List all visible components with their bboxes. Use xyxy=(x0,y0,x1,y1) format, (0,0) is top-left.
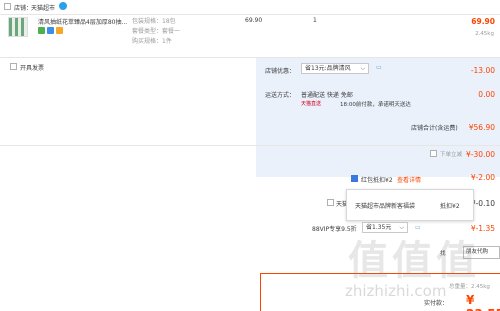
shop-name-link[interactable]: 天猫超市 xyxy=(31,3,55,12)
delivery-eta: 18:00前付款，承诺明天送达 xyxy=(340,102,411,108)
shop-promo-select[interactable]: 省13元:品牌清风 ⌵ xyxy=(301,63,369,74)
popup-packet-name: 天猫超市品牌新客福袋 xyxy=(355,203,416,210)
shop-row: 店铺： 天猫超市 xyxy=(0,0,500,13)
product-specs: 包装规格：18包 套餐类型：套餐一 购买规格：1件 xyxy=(132,17,180,47)
badge-7day-icon xyxy=(38,27,45,34)
order-discount-amount: ¥-30.00 xyxy=(466,150,495,159)
discount-divider xyxy=(0,145,500,165)
invoice-label: 开具发票 xyxy=(20,65,45,72)
shop-label: 店铺： xyxy=(14,5,33,12)
shop-promo-value: 省13元:品牌清风 xyxy=(305,65,351,72)
shipping-label: 运送方式： xyxy=(265,92,296,99)
shop-promo-label: 店铺优惠： xyxy=(265,68,296,75)
unit-price: 69.90 xyxy=(245,17,263,24)
invoice-checkbox[interactable] xyxy=(10,63,17,70)
chevron-down-icon: ⌵ xyxy=(360,65,365,72)
product-title-link[interactable]: 清风抽纸花萃臻品4层加厚80抽... xyxy=(38,17,128,26)
shop-total-label: 店铺合计(含运费) xyxy=(411,125,458,132)
order-discount-checkbox[interactable] xyxy=(430,150,437,157)
red-packet-details-link[interactable]: 查看详情 xyxy=(397,175,421,184)
pay-amount: ¥ 23.55 xyxy=(466,293,500,311)
product-badges xyxy=(38,27,63,35)
badge-guarantee-icon xyxy=(47,27,54,34)
red-packet-label: 红包抵扣¥2 xyxy=(361,177,393,184)
info-icon[interactable]: ▭ xyxy=(376,64,382,71)
product-thumbnail[interactable] xyxy=(8,17,28,37)
quantity: 1 xyxy=(313,17,317,24)
item-subtotal: 69.90 xyxy=(471,17,495,26)
shipping-cost: 0.00 xyxy=(478,90,495,99)
popup-packet-value: 抵扣¥2 xyxy=(440,203,460,210)
red-packet-checkbox[interactable] xyxy=(351,175,358,182)
item-weight: 2.45kg xyxy=(475,31,494,37)
shipping-options: 普通配送 快递 免邮 xyxy=(301,92,353,99)
order-discount-label: 下单立减 xyxy=(440,152,463,158)
tmall-card-amount: ¥-0.10 xyxy=(470,199,495,208)
shop-total-amount: ¥56.90 xyxy=(468,123,495,132)
tmall-direct-tag: 天猫直送 xyxy=(301,101,322,107)
red-packet-amount: ¥-2.00 xyxy=(470,173,495,182)
watermark-logo: 值值值 xyxy=(348,238,480,284)
wangwang-icon[interactable] xyxy=(59,2,67,10)
watermark-url: zhizhizhi.com xyxy=(345,282,447,300)
spec-purchase: 购买规格：1件 xyxy=(132,38,172,45)
spec-bundle: 套餐类型：套餐一 xyxy=(132,28,181,35)
badge-card-icon xyxy=(56,27,63,34)
shop-checkbox[interactable] xyxy=(4,3,11,10)
shop-promo-amount: -13.00 xyxy=(470,66,495,75)
tmall-card-checkbox[interactable] xyxy=(327,199,334,206)
spec-package: 包装规格：18包 xyxy=(132,18,176,25)
